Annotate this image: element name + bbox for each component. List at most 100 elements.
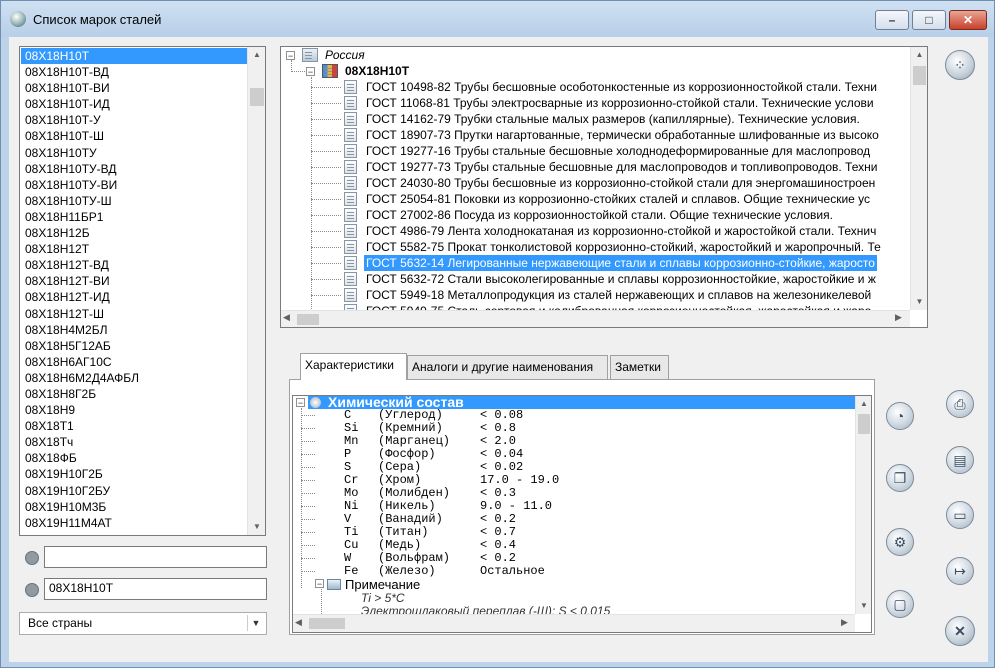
steel-list-scrollbar[interactable]: ▲ ▼ bbox=[247, 47, 265, 535]
scroll-thumb[interactable] bbox=[250, 88, 264, 106]
tree-document-node[interactable]: ГОСТ 5582-75 Прокат тонколистовой корроз… bbox=[281, 239, 910, 255]
list-item[interactable]: 08Х19Н10М3Б bbox=[21, 499, 247, 515]
printer-icon[interactable]: ⎙ bbox=[946, 390, 974, 418]
list-item[interactable]: 08Х18Н5Г12АБ bbox=[21, 338, 247, 354]
list-item[interactable]: 08Х18Н10ТУ-ВИ bbox=[21, 177, 247, 193]
search-input[interactable] bbox=[44, 546, 267, 568]
list-item[interactable]: 08Х18Н4М2БЛ bbox=[21, 322, 247, 338]
comp-scroll-down-icon[interactable]: ▼ bbox=[856, 598, 871, 614]
collapse-grade-icon[interactable]: − bbox=[306, 67, 315, 77]
list-item[interactable]: 08Х18Н12Т-Ш bbox=[21, 306, 247, 322]
list-item[interactable]: 08Х18Тч bbox=[21, 434, 247, 450]
tree-document-node[interactable]: ГОСТ 19277-73 Трубы стальные бесшовные д… bbox=[281, 159, 910, 175]
list-item[interactable]: 08Х18Н12Т-ИД bbox=[21, 289, 247, 305]
comp-scroll-up-icon[interactable]: ▲ bbox=[856, 396, 871, 412]
tree-grade-node[interactable]: − 08Х18Н10Т bbox=[281, 63, 881, 79]
tree-hscrollbar[interactable]: ◀ ▶ bbox=[281, 310, 910, 327]
floppy-icon[interactable]: ▤ bbox=[946, 446, 974, 474]
list-item[interactable]: 08Х18Н9 bbox=[21, 402, 247, 418]
list-item[interactable]: 08Х18Н12Т-ВИ bbox=[21, 273, 247, 289]
steel-grade-list[interactable]: 08Х18Н10Т 08Х18Н10Т-ВД 08Х18Н10Т-ВИ 08Х18Н1… bbox=[19, 46, 266, 536]
list-item[interactable]: 08Х18Н12Б bbox=[21, 225, 247, 241]
comp-hscroll-thumb[interactable] bbox=[309, 618, 345, 629]
pie-chart-icon[interactable]: ◔ bbox=[886, 402, 914, 430]
composition-tree[interactable]: − Химический состав C (Углерод) < 0.08 Si (К… bbox=[292, 395, 872, 633]
chevron-down-icon[interactable]: ▼ bbox=[247, 615, 264, 631]
tree-document-node[interactable]: ГОСТ 19277-16 Трубы стальные бесшовные х… bbox=[281, 143, 910, 159]
list-item[interactable]: 08Х18Н10Т-ИД bbox=[21, 96, 247, 112]
tree-document-node[interactable]: ГОСТ 5632-14 Легированные нержавеющие ст… bbox=[281, 255, 910, 271]
composition-hscrollbar[interactable]: ◀ ▶ bbox=[293, 614, 855, 632]
tree-document-node[interactable]: ГОСТ 5632-72 Стали высоколегированные и … bbox=[281, 271, 910, 287]
comp-scroll-right-icon[interactable]: ▶ bbox=[841, 617, 848, 628]
list-item[interactable]: 08Х18Т1 bbox=[21, 418, 247, 434]
scroll-down-arrow-icon[interactable]: ▼ bbox=[248, 519, 265, 535]
tree-document-node[interactable]: ГОСТ 4986-79 Лента холоднокатаная из кор… bbox=[281, 223, 910, 239]
list-item[interactable]: 08Х18Н11БР1 bbox=[21, 209, 247, 225]
list-item[interactable]: 08Х18Н10Т-ВД bbox=[21, 64, 247, 80]
search-icon bbox=[25, 551, 39, 565]
tree-vscrollbar[interactable]: ▲ ▼ bbox=[910, 47, 927, 310]
document-title: ГОСТ 4986-79 Лента холоднокатаная из кор… bbox=[366, 224, 877, 238]
tree-document-node[interactable]: ГОСТ 24030-80 Трубы бесшовные из коррози… bbox=[281, 175, 910, 191]
list-item[interactable]: 08Х18Н12Т-ВД bbox=[21, 257, 247, 273]
maximize-button[interactable]: □ bbox=[912, 10, 946, 30]
tree-document-node[interactable]: ГОСТ 25054-81 Поковки из коррозионно-сто… bbox=[281, 191, 910, 207]
comment-icon[interactable]: ▢ bbox=[886, 590, 914, 618]
tree-scroll-up-icon[interactable]: ▲ bbox=[911, 47, 927, 63]
list-item[interactable]: 08Х18Н10ТУ-ВД bbox=[21, 161, 247, 177]
tree-scroll-right-icon[interactable]: ▶ bbox=[895, 312, 902, 323]
collapse-composition-icon[interactable]: − bbox=[296, 398, 305, 408]
list-item[interactable]: 08Х18Н6М2Д4АФБЛ bbox=[21, 370, 247, 386]
list-item[interactable]: 08Х19Н10Г2БУ bbox=[21, 483, 247, 499]
tree-document-node[interactable]: ГОСТ 18907-73 Прутки нагартованные, терм… bbox=[281, 127, 910, 143]
document-icon bbox=[344, 288, 357, 302]
tree-hscroll-thumb[interactable] bbox=[297, 314, 319, 325]
comp-scroll-left-icon[interactable]: ◀ bbox=[295, 617, 302, 628]
list-item[interactable]: 08Х19Н10Г2Б bbox=[21, 466, 247, 482]
list-item[interactable]: 08Х18ФБ bbox=[21, 450, 247, 466]
folder-icon[interactable]: ▭ bbox=[946, 501, 974, 529]
close-window-button[interactable]: ✕ bbox=[949, 10, 987, 30]
tab-characteristics[interactable]: Характеристики bbox=[300, 353, 407, 380]
element-value: Остальное bbox=[480, 564, 545, 578]
minimize-button[interactable]: – bbox=[875, 10, 909, 30]
comp-scroll-thumb[interactable] bbox=[858, 414, 870, 434]
list-item[interactable]: 08Х18Н6АГ10С bbox=[21, 354, 247, 370]
list-item[interactable]: 08Х18Н10Т-Ш bbox=[21, 128, 247, 144]
list-item[interactable]: 08Х18Н8Г2Б bbox=[21, 386, 247, 402]
tree-scroll-left-icon[interactable]: ◀ bbox=[283, 312, 290, 323]
list-item[interactable]: 08Х18Н10Т bbox=[21, 48, 247, 65]
tree-document-node[interactable]: ГОСТ 5949-18 Металлопродукция из сталей … bbox=[281, 287, 910, 303]
tree-document-node[interactable]: ГОСТ 10498-82 Трубы бесшовные особотонко… bbox=[281, 79, 910, 95]
scroll-up-arrow-icon[interactable]: ▲ bbox=[248, 47, 265, 63]
list-item[interactable]: 08Х18Н10Т-ВИ bbox=[21, 80, 247, 96]
gear-icon[interactable]: ⚙ bbox=[886, 528, 914, 556]
document-title: ГОСТ 5632-14 Легированные нержавеющие ст… bbox=[364, 255, 877, 271]
folder-icon bbox=[302, 48, 318, 62]
tree-document-node[interactable]: ГОСТ 14162-79 Трубки стальные малых разм… bbox=[281, 111, 910, 127]
list-item[interactable]: 08Х19Н11М4АТ bbox=[21, 515, 247, 531]
tree-scroll-down-icon[interactable]: ▼ bbox=[911, 294, 927, 310]
standards-tree[interactable]: − Россия − 08Х18Н10Т ГОСТ 10498-82 Трубы… bbox=[280, 46, 928, 328]
collapse-note-icon[interactable]: − bbox=[315, 579, 324, 589]
current-grade-field[interactable]: 08Х18Н10Т bbox=[44, 578, 267, 600]
collapse-country-icon[interactable]: − bbox=[286, 51, 295, 61]
document-arrow-icon[interactable]: ↦ bbox=[946, 557, 974, 585]
list-item[interactable]: 08Х18Н10Т-У bbox=[21, 112, 247, 128]
title-bar[interactable]: Список марок сталей – □ ✕ bbox=[1, 1, 994, 37]
tab-analogs[interactable]: Аналоги и другие наименования bbox=[407, 355, 608, 379]
tab-notes[interactable]: Заметки bbox=[610, 355, 669, 379]
copy-icon[interactable]: ❐ bbox=[886, 464, 914, 492]
list-item[interactable]: 08Х18Н12Т bbox=[21, 241, 247, 257]
tree-scroll-thumb[interactable] bbox=[913, 66, 926, 85]
tree-document-node[interactable]: ГОСТ 11068-81 Трубы электросварные из ко… bbox=[281, 95, 910, 111]
grid-dots-icon[interactable]: ⁘ bbox=[945, 50, 975, 80]
tree-document-node[interactable]: ГОСТ 27002-86 Посуда из коррозионностойк… bbox=[281, 207, 910, 223]
composition-vscrollbar[interactable]: ▲ ▼ bbox=[855, 396, 871, 614]
tree-country-node[interactable]: − Россия bbox=[281, 47, 881, 63]
list-item[interactable]: 08Х18Н10ТУ-Ш bbox=[21, 193, 247, 209]
close-x-icon[interactable]: ✕ bbox=[945, 616, 975, 646]
list-item[interactable]: 08Х18Н10ТУ bbox=[21, 145, 247, 161]
country-select[interactable]: Все страны ▼ bbox=[19, 612, 267, 635]
